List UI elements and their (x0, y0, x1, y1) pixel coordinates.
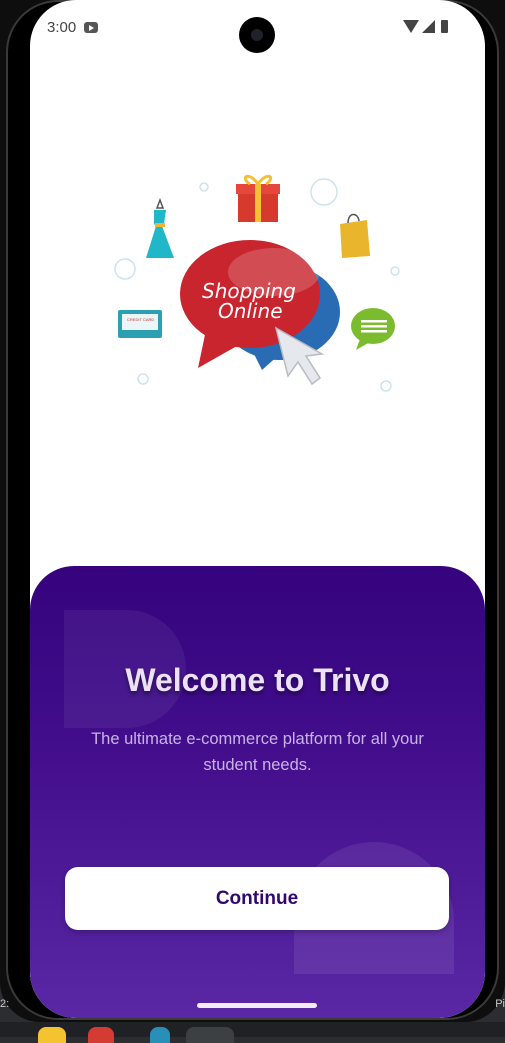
edge-label-right: Pi (495, 998, 505, 1010)
front-camera (239, 17, 275, 53)
taskbar-app-icon[interactable] (88, 1027, 114, 1043)
bubble-3 (114, 258, 136, 280)
phone-body: 3:00 CREDIT CARD Shopping Online Welcome… (6, 0, 499, 1020)
welcome-subtitle: The ultimate e-commerce platform for all… (91, 730, 424, 774)
host-taskbar (0, 1022, 505, 1043)
continue-button[interactable]: Continue (65, 867, 449, 930)
chat-bubble-icon (351, 308, 395, 350)
bubble-4 (390, 266, 400, 276)
welcome-title: Welcome to Trivo (125, 662, 390, 698)
signal-icon (422, 20, 435, 33)
edge-label-left: 2: (0, 998, 10, 1010)
shopping-illustration: CREDIT CARD Shopping Online (114, 174, 400, 392)
welcome-panel: Welcome to Trivo The ultimate e-commerce… (30, 566, 485, 1018)
status-time: 3:00 (47, 19, 77, 36)
taskbar-app-icon[interactable] (150, 1027, 170, 1043)
bubble-1 (199, 182, 209, 192)
credit-card-icon: CREDIT CARD (118, 310, 162, 338)
wifi-icon (403, 20, 419, 33)
youtube-icon (84, 22, 98, 33)
taskbar-app-icon[interactable] (186, 1027, 234, 1043)
status-icons (403, 20, 455, 34)
bubble-2 (310, 178, 338, 206)
bubble-5 (137, 373, 149, 385)
status-bar: 3:00 (30, 0, 485, 56)
bubble-6 (380, 380, 392, 392)
gift-icon (236, 174, 280, 222)
app-screen: 3:00 CREDIT CARD Shopping Online Welcome… (30, 0, 485, 1018)
battery-icon (441, 20, 448, 33)
home-indicator[interactable] (197, 1003, 317, 1008)
shopping-bag-icon (340, 213, 370, 258)
svg-text:CREDIT CARD: CREDIT CARD (127, 317, 154, 322)
taskbar-app-icon[interactable] (38, 1027, 66, 1043)
dress-icon (146, 197, 174, 258)
svg-text:Online: Online (218, 299, 283, 323)
